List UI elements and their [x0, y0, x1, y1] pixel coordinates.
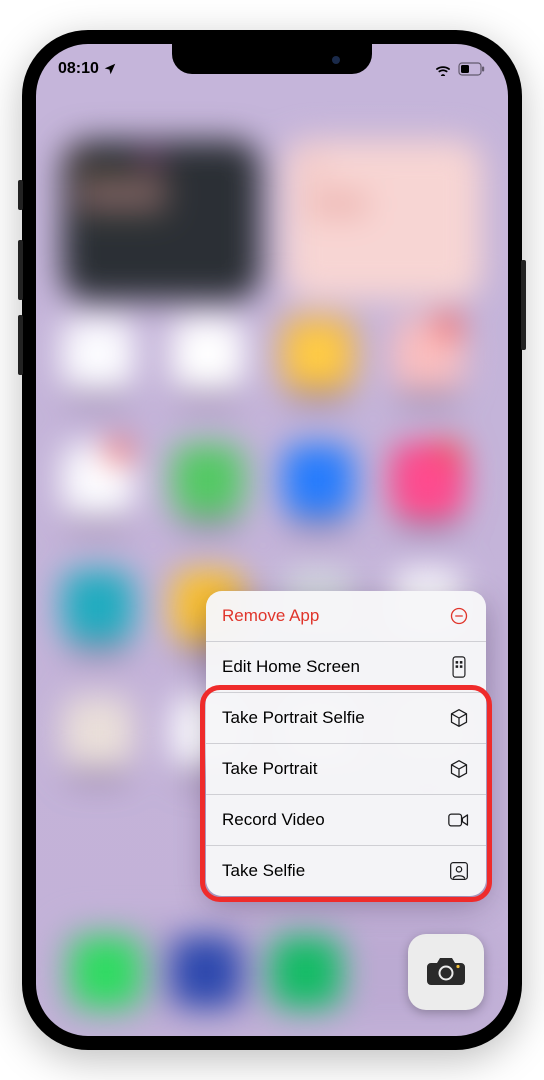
app-icon[interactable] [58, 696, 138, 798]
menu-item-take-portrait-selfie[interactable]: Take Portrait Selfie [206, 692, 486, 743]
menu-item-label: Take Portrait [222, 759, 317, 779]
app-icon[interactable] [58, 318, 138, 420]
menu-item-label: Record Video [222, 810, 325, 830]
cube-icon [448, 758, 470, 780]
dock-app[interactable] [70, 936, 142, 1008]
volume-up-button [18, 240, 23, 300]
battery-icon [458, 62, 486, 76]
menu-item-label: Remove App [222, 606, 319, 626]
app-icon[interactable] [58, 444, 138, 546]
camera-icon [425, 953, 467, 992]
context-menu-wrapper: Remove App Edit Home Screen Take Portrai… [206, 591, 486, 896]
phone-layout-icon [448, 656, 470, 678]
app-icon[interactable] [388, 444, 468, 546]
mute-switch [18, 180, 23, 210]
context-menu: Remove App Edit Home Screen Take Portrai… [206, 591, 486, 896]
app-icon[interactable] [388, 318, 468, 420]
dock-app[interactable] [170, 936, 242, 1008]
menu-item-remove-app[interactable]: Remove App [206, 591, 486, 641]
menu-item-record-video[interactable]: Record Video [206, 794, 486, 845]
menu-item-take-portrait[interactable]: Take Portrait [206, 743, 486, 794]
app-icon[interactable] [58, 570, 138, 672]
app-icon[interactable] [168, 444, 248, 546]
menu-item-edit-home-screen[interactable]: Edit Home Screen [206, 641, 486, 692]
menu-item-take-selfie[interactable]: Take Selfie [206, 845, 486, 896]
menu-item-label: Take Portrait Selfie [222, 708, 365, 728]
notch [172, 44, 372, 74]
iphone-frame: 08:10 [22, 30, 522, 1050]
clock: 08:10 [58, 60, 99, 78]
remove-circle-icon [448, 605, 470, 627]
menu-item-label: Take Selfie [222, 861, 305, 881]
camera-app-icon[interactable] [408, 934, 484, 1010]
video-camera-icon [448, 809, 470, 831]
app-icon[interactable] [278, 318, 358, 420]
widget-dark[interactable] [62, 140, 260, 300]
wifi-icon [434, 62, 452, 76]
location-services-icon [103, 62, 117, 76]
volume-down-button [18, 315, 23, 375]
menu-item-label: Edit Home Screen [222, 657, 360, 677]
dock-app[interactable] [270, 936, 342, 1008]
cube-icon [448, 707, 470, 729]
person-square-icon [448, 860, 470, 882]
side-button [521, 260, 526, 350]
screen: 08:10 [36, 44, 508, 1036]
app-icon[interactable] [278, 444, 358, 546]
app-icon[interactable] [168, 318, 248, 420]
widget-pink[interactable] [284, 140, 482, 300]
